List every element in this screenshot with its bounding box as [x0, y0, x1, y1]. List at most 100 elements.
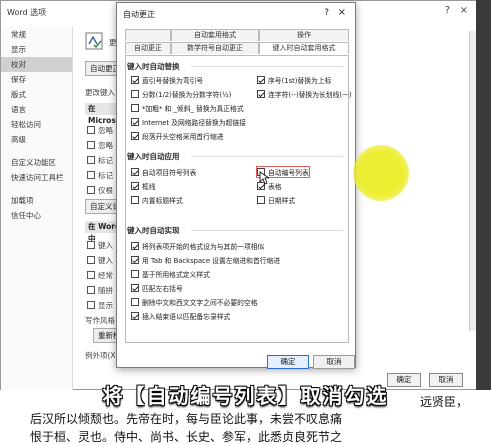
cb-match-parentheses[interactable]: 匹配左右括号: [131, 283, 183, 293]
checkbox-label: 日期样式: [268, 197, 296, 205]
checkbox-label: 将列表项开始的格式设为与其前一项相似: [142, 243, 265, 251]
checkbox-checked[interactable]: [131, 256, 139, 264]
cb-indent-spaces[interactable]: 段落开头空格采用首行缩进: [131, 131, 224, 141]
checkbox-unchecked[interactable]: [131, 90, 139, 98]
tab-autocorrect[interactable]: 自动更正: [125, 42, 171, 54]
section-divider: [191, 230, 343, 231]
checkbox-checked[interactable]: [131, 182, 139, 190]
options-close-icon[interactable]: ×: [460, 5, 468, 16]
ms-checkbox-2[interactable]: [87, 141, 95, 149]
tab-autoformat[interactable]: 自动套用格式: [171, 29, 259, 41]
checkbox-label: 表格: [268, 183, 282, 191]
checkbox-label: 自动编号列表: [268, 169, 309, 177]
sidebar-item-customize-ribbon[interactable]: 自定义功能区: [1, 155, 72, 170]
word-checkbox-1[interactable]: [87, 241, 95, 249]
section-divider: [191, 156, 343, 157]
checkbox-unchecked[interactable]: [131, 270, 139, 278]
word-item-label: 显示: [98, 301, 113, 310]
cb-hyphens-dash[interactable]: 连字符(--)替换为长划线(—): [257, 89, 351, 99]
cb-remove-spaces[interactable]: 删除中文和西文文字之间不必要的空格: [131, 297, 258, 307]
checkbox-checked[interactable]: [131, 132, 139, 140]
tab-actions[interactable]: 操作: [259, 29, 349, 41]
checkbox-label: 用 Tab 和 Backspace 设置左缩进和首行缩进: [142, 257, 281, 265]
tab-math-autocorrect[interactable]: 数学符号自动更正: [171, 42, 259, 54]
sidebar-item-advanced[interactable]: 高级: [1, 132, 72, 147]
checkbox-label: 连字符(--)替换为长划线(—): [268, 91, 352, 99]
ms-item-label: 标记: [98, 171, 113, 180]
checkbox-label: 序号(1st)替换为上标: [268, 77, 332, 85]
checkbox-checked[interactable]: [131, 118, 139, 126]
sidebar-item-display[interactable]: 显示: [1, 42, 72, 57]
ms-checkbox-4[interactable]: [87, 171, 95, 179]
options-title: Word 选项: [7, 8, 47, 17]
ms-checkbox-5[interactable]: [87, 186, 95, 194]
proofing-abc-icon: [85, 32, 103, 50]
tab-autoformat-as-you-type[interactable]: 键入时自动套用格式: [259, 42, 349, 54]
sidebar-item-typography[interactable]: 版式: [1, 87, 72, 102]
dialog-ok-button[interactable]: 确定: [267, 355, 309, 369]
cb-hyperlinks[interactable]: Internet 及网络路径替换为超链接: [131, 117, 246, 127]
checkbox-label: 直引号替换为弯引号: [142, 77, 204, 85]
autocorrect-dialog: 自动更正 ? × 自动套用格式 操作 自动更正 数学符号自动更正 键入时自动套用…: [116, 2, 409, 369]
cb-closing-memo[interactable]: 插入结束语以匹配备忘录样式: [131, 311, 230, 321]
cb-bold-italic[interactable]: *加粗* 和 _倾斜_ 替换为真正格式: [131, 103, 244, 113]
options-sidebar: 常规 显示 校对 保存 版式 语言 轻松访问 高级 自定义功能区 快速访问工具栏…: [1, 27, 73, 391]
checkbox-checked[interactable]: [257, 76, 265, 84]
checkbox-unchecked[interactable]: [131, 298, 139, 306]
checkbox-checked[interactable]: [131, 312, 139, 320]
checkbox-unchecked[interactable]: [131, 196, 139, 204]
checkbox-checked[interactable]: [131, 76, 139, 84]
checkbox-checked[interactable]: [131, 242, 139, 250]
ms-item-label: 标记: [98, 156, 113, 165]
section-automatically-as-you-type: 键入时自动实现: [127, 226, 180, 235]
sidebar-item-save[interactable]: 保存: [1, 72, 72, 87]
section-apply-as-you-type: 键入时自动应用: [127, 152, 180, 161]
cb-straight-quotes[interactable]: 直引号替换为弯引号: [131, 75, 203, 85]
exceptions-label: 例外项(X): [85, 351, 119, 360]
cb-fractions[interactable]: 分数(1/2)替换为分数字符(½): [131, 89, 231, 99]
tab-autotext[interactable]: [125, 29, 171, 41]
sidebar-item-language[interactable]: 语言: [1, 102, 72, 117]
word-checkbox-4[interactable]: [87, 286, 95, 294]
word-checkbox-5[interactable]: [87, 301, 95, 309]
checkbox-label: 框线: [142, 183, 156, 191]
checkbox-checked[interactable]: [131, 284, 139, 292]
checkbox-label: 插入结束语以匹配备忘录样式: [142, 313, 231, 321]
ms-checkbox-1[interactable]: [87, 126, 95, 134]
ms-item-label: 忽略: [98, 126, 113, 135]
sidebar-item-quick-access[interactable]: 快速访问工具栏: [1, 170, 72, 185]
word-checkbox-2[interactable]: [87, 256, 95, 264]
sidebar-item-addins[interactable]: 加载项: [1, 193, 72, 208]
options-help-icon[interactable]: ?: [445, 5, 450, 16]
cb-borders[interactable]: 框线: [131, 181, 156, 191]
checkbox-checked[interactable]: [131, 168, 139, 176]
checkbox-label: 段落开头空格采用首行缩进: [142, 133, 224, 141]
checkbox-unchecked[interactable]: [257, 196, 265, 204]
cb-tab-backspace[interactable]: 用 Tab 和 Backspace 设置左缩进和首行缩进: [131, 255, 280, 265]
checkbox-unchecked[interactable]: [131, 104, 139, 112]
doc-line-3: 恨于桓、灵也。侍中、尚书、长史、参军，此悉贞良死节之: [30, 430, 343, 444]
sidebar-item-trust-center[interactable]: 信任中心: [1, 208, 72, 223]
dialog-cancel-button[interactable]: 取消: [313, 355, 355, 369]
cb-list-format[interactable]: 将列表项开始的格式设为与其前一项相似: [131, 241, 264, 251]
cb-auto-bullets[interactable]: 自动项目符号列表: [131, 167, 196, 177]
word-checkbox-3[interactable]: [87, 271, 95, 279]
cb-date-style[interactable]: 日期样式: [257, 195, 295, 205]
checkbox-label: *加粗* 和 _倾斜_ 替换为真正格式: [142, 105, 244, 113]
sidebar-item-proofing[interactable]: 校对: [1, 57, 72, 72]
ms-checkbox-3[interactable]: [87, 156, 95, 164]
dialog-help-icon[interactable]: ?: [324, 8, 329, 18]
checkbox-label: 匹配左右括号: [142, 285, 183, 293]
cb-heading-styles[interactable]: 内置标题样式: [131, 195, 183, 205]
dialog-title: 自动更正: [123, 10, 155, 19]
checkbox-checked[interactable]: [257, 90, 265, 98]
sidebar-item-accessibility[interactable]: 轻松访问: [1, 117, 72, 132]
cb-define-styles[interactable]: 基于所用格式定义样式: [131, 269, 210, 279]
checkbox-label: Internet 及网络路径替换为超链接: [142, 119, 246, 127]
doc-line-2: 后汉所以倾颓也。先帝在时，每与臣论此事，未尝不叹息痛: [30, 412, 343, 426]
writing-style-label: 写作风格: [85, 316, 115, 325]
dialog-close-icon[interactable]: ×: [338, 7, 346, 18]
tabs-row-2: 自动更正 数学符号自动更正 键入时自动套用格式: [125, 42, 349, 54]
cb-ordinals[interactable]: 序号(1st)替换为上标: [257, 75, 331, 85]
sidebar-item-general[interactable]: 常规: [1, 27, 72, 42]
